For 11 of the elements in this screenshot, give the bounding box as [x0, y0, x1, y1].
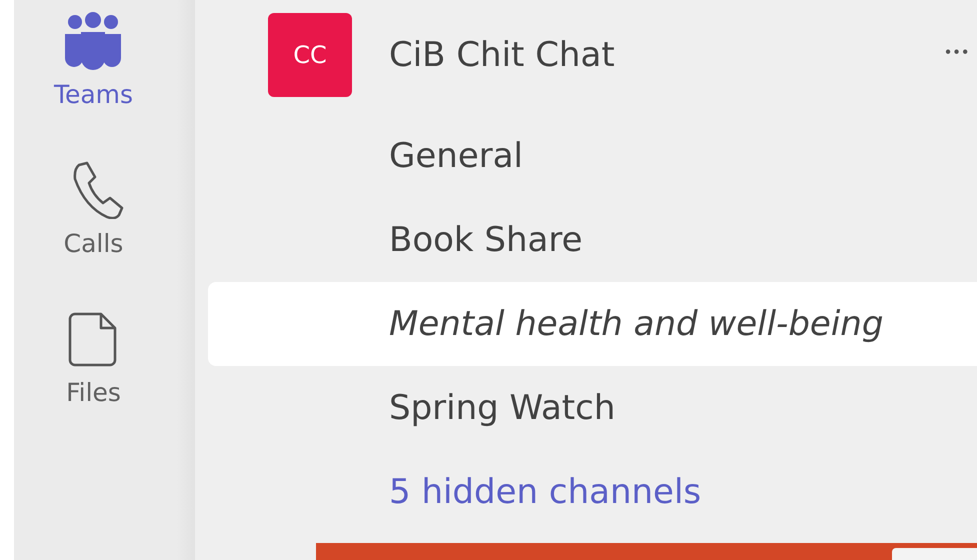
more-options-button[interactable]: ••• — [939, 44, 977, 62]
team-name: CiB Chit Chat — [389, 35, 616, 75]
app-bar-button[interactable]: Teams — [54, 12, 134, 109]
app-bar-button[interactable]: Files — [62, 310, 124, 407]
channel-item[interactable]: Spring Watch — [208, 366, 977, 450]
channel-item[interactable]: General — [208, 114, 977, 198]
channel-item[interactable]: Mental health and well-being — [208, 282, 977, 366]
hidden-channels-link[interactable]: 5 hidden channels — [208, 450, 977, 534]
channel-item[interactable]: Book Share — [208, 198, 977, 282]
app-bar-button[interactable]: Calls — [62, 161, 124, 258]
team-avatar: CC — [268, 13, 352, 97]
